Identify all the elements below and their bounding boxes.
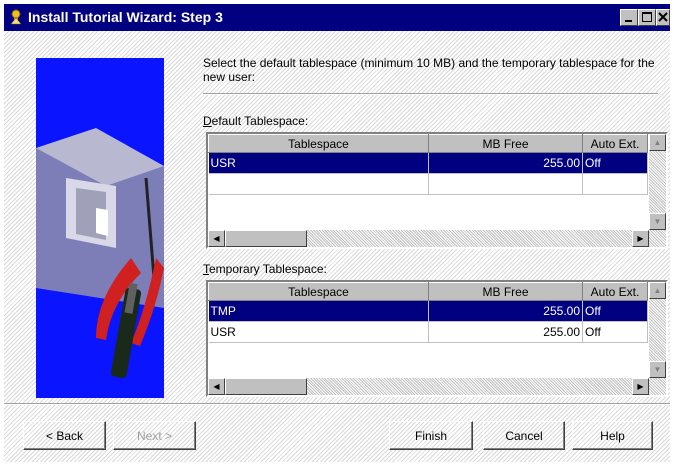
table-row[interactable]: USR 255.00 Off	[208, 152, 648, 174]
arrow-right-icon: ▶	[637, 234, 644, 243]
temporary-grid-horizontal-scrollbar[interactable]: ◀ ▶	[208, 378, 666, 395]
temporary-tablespace-grid[interactable]: Tablespace MB Free Auto Ext. TMP 255.00 …	[206, 280, 668, 397]
scroll-right-button[interactable]: ▶	[632, 378, 649, 395]
arrow-down-icon: ▼	[653, 365, 662, 374]
scroll-left-button[interactable]: ◀	[208, 230, 225, 247]
maximize-button[interactable]	[638, 9, 656, 26]
title-bar[interactable]: Install Tutorial Wizard: Step 3	[4, 4, 670, 31]
arrow-left-icon: ◀	[213, 382, 220, 391]
scroll-right-button[interactable]: ▶	[632, 230, 649, 247]
arrow-right-icon: ▶	[637, 382, 644, 391]
arrow-left-icon: ◀	[213, 234, 220, 243]
wizard-app-icon	[8, 9, 24, 25]
cancel-button[interactable]: Cancel	[483, 421, 565, 450]
default-grid-horizontal-scrollbar[interactable]: ◀ ▶	[208, 230, 666, 247]
arrow-up-icon: ▲	[653, 286, 662, 295]
wizard-client-area: Select the default tablespace (minimum 1…	[4, 31, 670, 462]
column-header-auto-ext[interactable]: Auto Ext.	[582, 282, 648, 301]
cell-auto-ext: Off	[582, 300, 648, 322]
next-button[interactable]: Next >	[113, 421, 196, 450]
close-icon	[658, 12, 668, 22]
arrow-up-icon: ▲	[653, 138, 662, 147]
minimize-button[interactable]	[620, 9, 638, 26]
minimize-icon	[625, 20, 632, 22]
column-header-mb-free[interactable]: MB Free	[428, 134, 583, 153]
cell-tablespace: USR	[208, 152, 429, 174]
footer-divider	[4, 403, 670, 405]
scroll-up-button[interactable]: ▲	[649, 134, 666, 151]
toolbox-illustration	[36, 58, 164, 398]
cell-tablespace: TMP	[208, 300, 429, 322]
column-header-tablespace[interactable]: Tablespace	[208, 134, 429, 153]
scroll-left-button[interactable]: ◀	[208, 378, 225, 395]
cell-auto-ext: Off	[582, 152, 648, 174]
wizard-window: Install Tutorial Wizard: Step 3 Select t…	[0, 0, 674, 466]
column-header-tablespace[interactable]: Tablespace	[208, 282, 429, 301]
column-header-mb-free[interactable]: MB Free	[428, 282, 583, 301]
column-header-auto-ext[interactable]: Auto Ext.	[582, 134, 648, 153]
window-title: Install Tutorial Wizard: Step 3	[28, 9, 223, 25]
default-grid-vertical-scrollbar[interactable]: ▲ ▼	[649, 134, 666, 230]
default-tablespace-label: Default Tablespace:	[203, 114, 309, 128]
table-row[interactable]: TMP 255.00 Off	[208, 300, 648, 322]
close-button[interactable]	[656, 9, 670, 26]
scroll-thumb[interactable]	[225, 378, 307, 395]
header-divider	[203, 93, 658, 95]
default-tablespace-grid[interactable]: Tablespace MB Free Auto Ext. USR 255.00 …	[206, 132, 668, 249]
temporary-grid-vertical-scrollbar[interactable]: ▲ ▼	[649, 282, 666, 378]
scroll-thumb[interactable]	[225, 230, 307, 247]
cell-mb-free: 255.00	[428, 300, 583, 322]
table-row[interactable]: USR 255.00 Off	[208, 321, 648, 343]
cell-mb-free: 255.00	[428, 321, 583, 343]
scroll-down-button[interactable]: ▼	[649, 361, 666, 378]
cell-mb-free: 255.00	[428, 152, 583, 174]
instructions-text: Select the default tablespace (minimum 1…	[203, 56, 655, 84]
cell-auto-ext: Off	[582, 321, 648, 343]
help-button[interactable]: Help	[572, 421, 653, 450]
arrow-down-icon: ▼	[653, 217, 662, 226]
table-row-empty[interactable]	[208, 173, 648, 195]
scroll-up-button[interactable]: ▲	[649, 282, 666, 299]
finish-button[interactable]: Finish	[389, 421, 473, 450]
back-button[interactable]: < Back	[23, 421, 106, 450]
temporary-tablespace-label: Temporary Tablespace:	[203, 262, 327, 276]
cell-tablespace: USR	[208, 321, 429, 343]
maximize-icon	[642, 12, 652, 22]
scroll-down-button[interactable]: ▼	[649, 213, 666, 230]
